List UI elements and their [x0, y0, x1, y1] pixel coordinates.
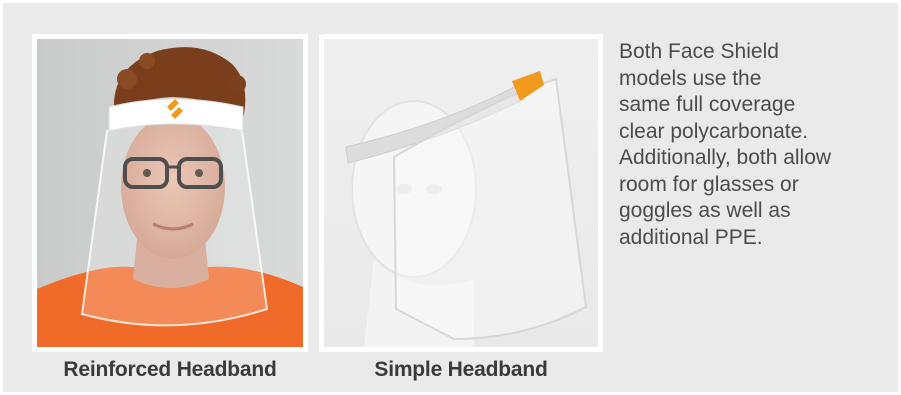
product-card-simple[interactable]	[319, 34, 603, 352]
photo-reinforced-headband[interactable]	[37, 39, 303, 347]
description-text: Both Face Shield models use the same ful…	[619, 39, 879, 251]
description-line: same full coverage	[619, 93, 796, 116]
product-card-reinforced[interactable]	[32, 34, 308, 352]
description-line: Both Face Shield	[619, 40, 779, 63]
description-line: clear polycarbonate.	[619, 119, 809, 143]
photo-simple-headband[interactable]	[324, 39, 598, 347]
description-line: additional PPE.	[619, 225, 763, 249]
description-line: Additionally, both allow	[619, 146, 832, 169]
product-comparison-panel: Reinforced Headband Simple Headband Both…	[3, 3, 898, 392]
description-line: room for glasses or	[619, 172, 799, 196]
caption-reinforced-headband: Reinforced Headband	[63, 358, 277, 381]
description-line: models use the	[619, 66, 762, 90]
caption-simple-headband: Simple Headband	[374, 358, 548, 381]
description-line: goggles as well as	[619, 199, 791, 222]
